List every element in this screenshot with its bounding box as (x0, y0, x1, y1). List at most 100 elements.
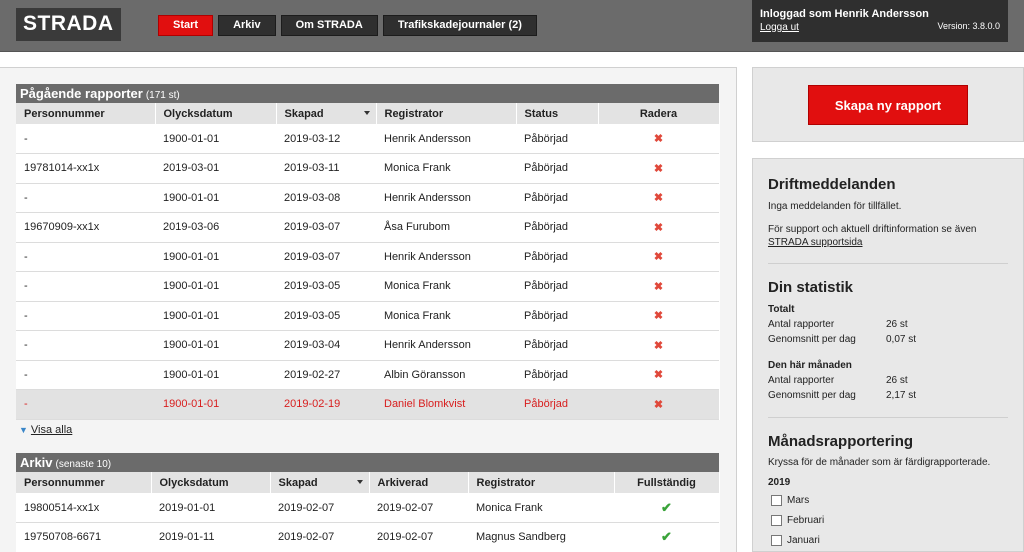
month-checkbox[interactable] (771, 495, 782, 506)
nav-start-button[interactable]: Start (158, 15, 214, 36)
cell-skapad: 2019-03-04 (276, 330, 376, 361)
nav-trafikskadejournaler-button[interactable]: Trafikskadejournaler (2) (382, 15, 537, 36)
table-row[interactable]: -1900-01-01 2019-03-05 Monica Frank Påbörja… (16, 301, 719, 331)
delete-x-icon[interactable]: ✖ (654, 369, 663, 381)
delete-x-icon[interactable]: ✖ (654, 192, 663, 204)
table-row[interactable]: -1900-01-01 2019-03-04 Henrik Andersson Påb… (16, 330, 719, 361)
stat-label: Antal rapporter (768, 375, 835, 386)
table-row[interactable]: 19670909-xx1x 2019-03-06 2019-03-07 Åsa Fur… (16, 212, 719, 243)
cell-registrator: Henrik Andersson (376, 242, 516, 272)
cell-status: Påbörjad (516, 389, 598, 420)
top-bar: STRADA Start Arkiv Om STRADA Trafikskade… (0, 0, 1024, 52)
month-checkbox[interactable] (771, 535, 782, 546)
divider (768, 263, 1008, 264)
cell-skapad: 2019-02-07 (270, 493, 369, 523)
ops-support-text: För support och aktuell driftinformation… (768, 224, 977, 235)
table-row[interactable]: -1900-01-01 2019-03-07 Henrik Andersson Påb… (16, 242, 719, 272)
delete-x-icon[interactable]: ✖ (654, 281, 663, 293)
col-skapad[interactable]: Skapad (276, 103, 377, 124)
month-checkbox-row[interactable]: Februari (771, 515, 824, 526)
month-checkbox-row[interactable]: Mars (771, 495, 809, 506)
cell-registrator: Daniel Blomkvist (376, 389, 516, 420)
stat-month-avg: Genomsnitt per dag 2,17 st (768, 390, 916, 401)
delete-x-icon[interactable]: ✖ (654, 399, 663, 411)
cell-arkiverad: 2019-02-07 (369, 522, 468, 552)
show-all[interactable]: ▼ Visa alla (19, 424, 72, 436)
table-row[interactable]: 19781014-xx1x 2019-03-01 2019-03-11 Monica … (16, 153, 719, 184)
info-sidebar: Driftmeddelanden Inga meddelanden för ti… (752, 158, 1024, 552)
cell-registrator: Åsa Furubom (376, 212, 516, 243)
stat-value: 26 st (886, 375, 908, 386)
monthly-reporting-title: Månadsrapportering (768, 433, 914, 450)
table-row[interactable]: -1900-01-01 2019-03-08 Henrik Andersson Påb… (16, 183, 719, 213)
year-label: 2019 (768, 477, 791, 488)
table-row[interactable]: 19750708-6671 2019-01-11 2019-02-07 2019-02… (16, 522, 719, 552)
table-row[interactable]: 19800514-xx1x 2019-01-01 2019-02-07 2019-02… (16, 493, 719, 523)
cell-personnummer: - (16, 389, 155, 420)
nav-om-strada-button[interactable]: Om STRADA (280, 15, 378, 36)
delete-x-icon[interactable]: ✖ (654, 340, 663, 352)
col-radera: Radera (598, 103, 720, 124)
month-label: Januari (787, 535, 820, 546)
cell-radera: ✖ (598, 183, 719, 213)
table-row[interactable]: -1900-01-01 2019-03-12 Henrik Andersson Påb… (16, 124, 719, 154)
create-report-box: Skapa ny rapport (752, 67, 1024, 142)
stat-month-reports: Antal rapporter 26 st (768, 375, 908, 386)
table-row[interactable]: -1900-01-01 2019-02-27 Albin Göransson Påbö… (16, 360, 719, 390)
col-registrator[interactable]: Registrator (468, 472, 615, 493)
stat-label: Antal rapporter (768, 319, 835, 330)
delete-x-icon[interactable]: ✖ (654, 222, 663, 234)
cell-skapad: 2019-03-05 (276, 301, 376, 331)
cell-skapad: 2019-02-19 (276, 389, 376, 420)
chevron-down-icon: ▼ (19, 425, 28, 435)
ops-messages-title: Driftmeddelanden (768, 176, 896, 193)
delete-x-icon[interactable]: ✖ (654, 133, 663, 145)
cell-registrator: Henrik Andersson (376, 183, 516, 213)
delete-x-icon[interactable]: ✖ (654, 310, 663, 322)
strada-logo[interactable]: STRADA (16, 8, 121, 41)
cell-radera: ✖ (598, 124, 719, 154)
cell-skapad: 2019-03-08 (276, 183, 376, 213)
table-row[interactable]: -1900-01-01 2019-02-19 Daniel Blomkvist Påb… (16, 389, 719, 420)
stat-label: Genomsnitt per dag (768, 334, 856, 345)
table-header-row: Personnummer Olycksdatum Skapad Registra… (16, 103, 720, 124)
create-report-button[interactable]: Skapa ny rapport (808, 85, 968, 125)
cell-status: Påbörjad (516, 301, 598, 331)
delete-x-icon[interactable]: ✖ (654, 251, 663, 263)
support-link[interactable]: STRADA supportsida (768, 237, 863, 248)
col-registrator[interactable]: Registrator (376, 103, 517, 124)
cell-radera: ✖ (598, 301, 719, 331)
col-status[interactable]: Status (516, 103, 599, 124)
cell-radera: ✖ (598, 242, 719, 272)
col-personnummer[interactable]: Personnummer (16, 472, 152, 493)
cell-personnummer: 19781014-xx1x (16, 153, 155, 184)
cell-registrator: Monica Frank (376, 153, 516, 184)
col-olycksdatum[interactable]: Olycksdatum (151, 472, 271, 493)
ongoing-reports-table: Personnummer Olycksdatum Skapad Registra… (16, 103, 720, 420)
cell-olycksdatum: 2019-03-01 (155, 153, 276, 184)
month-checkbox[interactable] (771, 515, 782, 526)
month-checkbox-row[interactable]: Januari (771, 535, 820, 546)
col-personnummer[interactable]: Personnummer (16, 103, 156, 124)
stat-value: 0,07 st (886, 334, 917, 345)
cell-status: Påbörjad (516, 153, 598, 184)
col-olycksdatum[interactable]: Olycksdatum (155, 103, 277, 124)
cell-radera: ✖ (598, 360, 719, 390)
col-skapad[interactable]: Skapad (270, 472, 370, 493)
nav-arkiv-button[interactable]: Arkiv (218, 15, 276, 36)
cell-personnummer: - (16, 301, 155, 331)
cell-personnummer: - (16, 242, 155, 272)
cell-registrator: Albin Göransson (376, 360, 516, 390)
col-skapad-label: Skapad (278, 476, 318, 489)
col-arkiverad[interactable]: Arkiverad (369, 472, 469, 493)
show-all-link[interactable]: Visa alla (31, 424, 72, 436)
cell-personnummer: 19800514-xx1x (16, 493, 151, 523)
cell-radera: ✖ (598, 389, 719, 420)
table-row[interactable]: -1900-01-01 2019-03-05 Monica Frank Påbörja… (16, 271, 719, 302)
col-fullstandig: Fullständig (614, 472, 720, 493)
delete-x-icon[interactable]: ✖ (654, 163, 663, 175)
cell-radera: ✖ (598, 330, 719, 361)
logout-link[interactable]: Logga ut (760, 22, 799, 33)
cell-registrator: Monica Frank (376, 301, 516, 331)
cell-olycksdatum: 1900-01-01 (155, 124, 276, 154)
